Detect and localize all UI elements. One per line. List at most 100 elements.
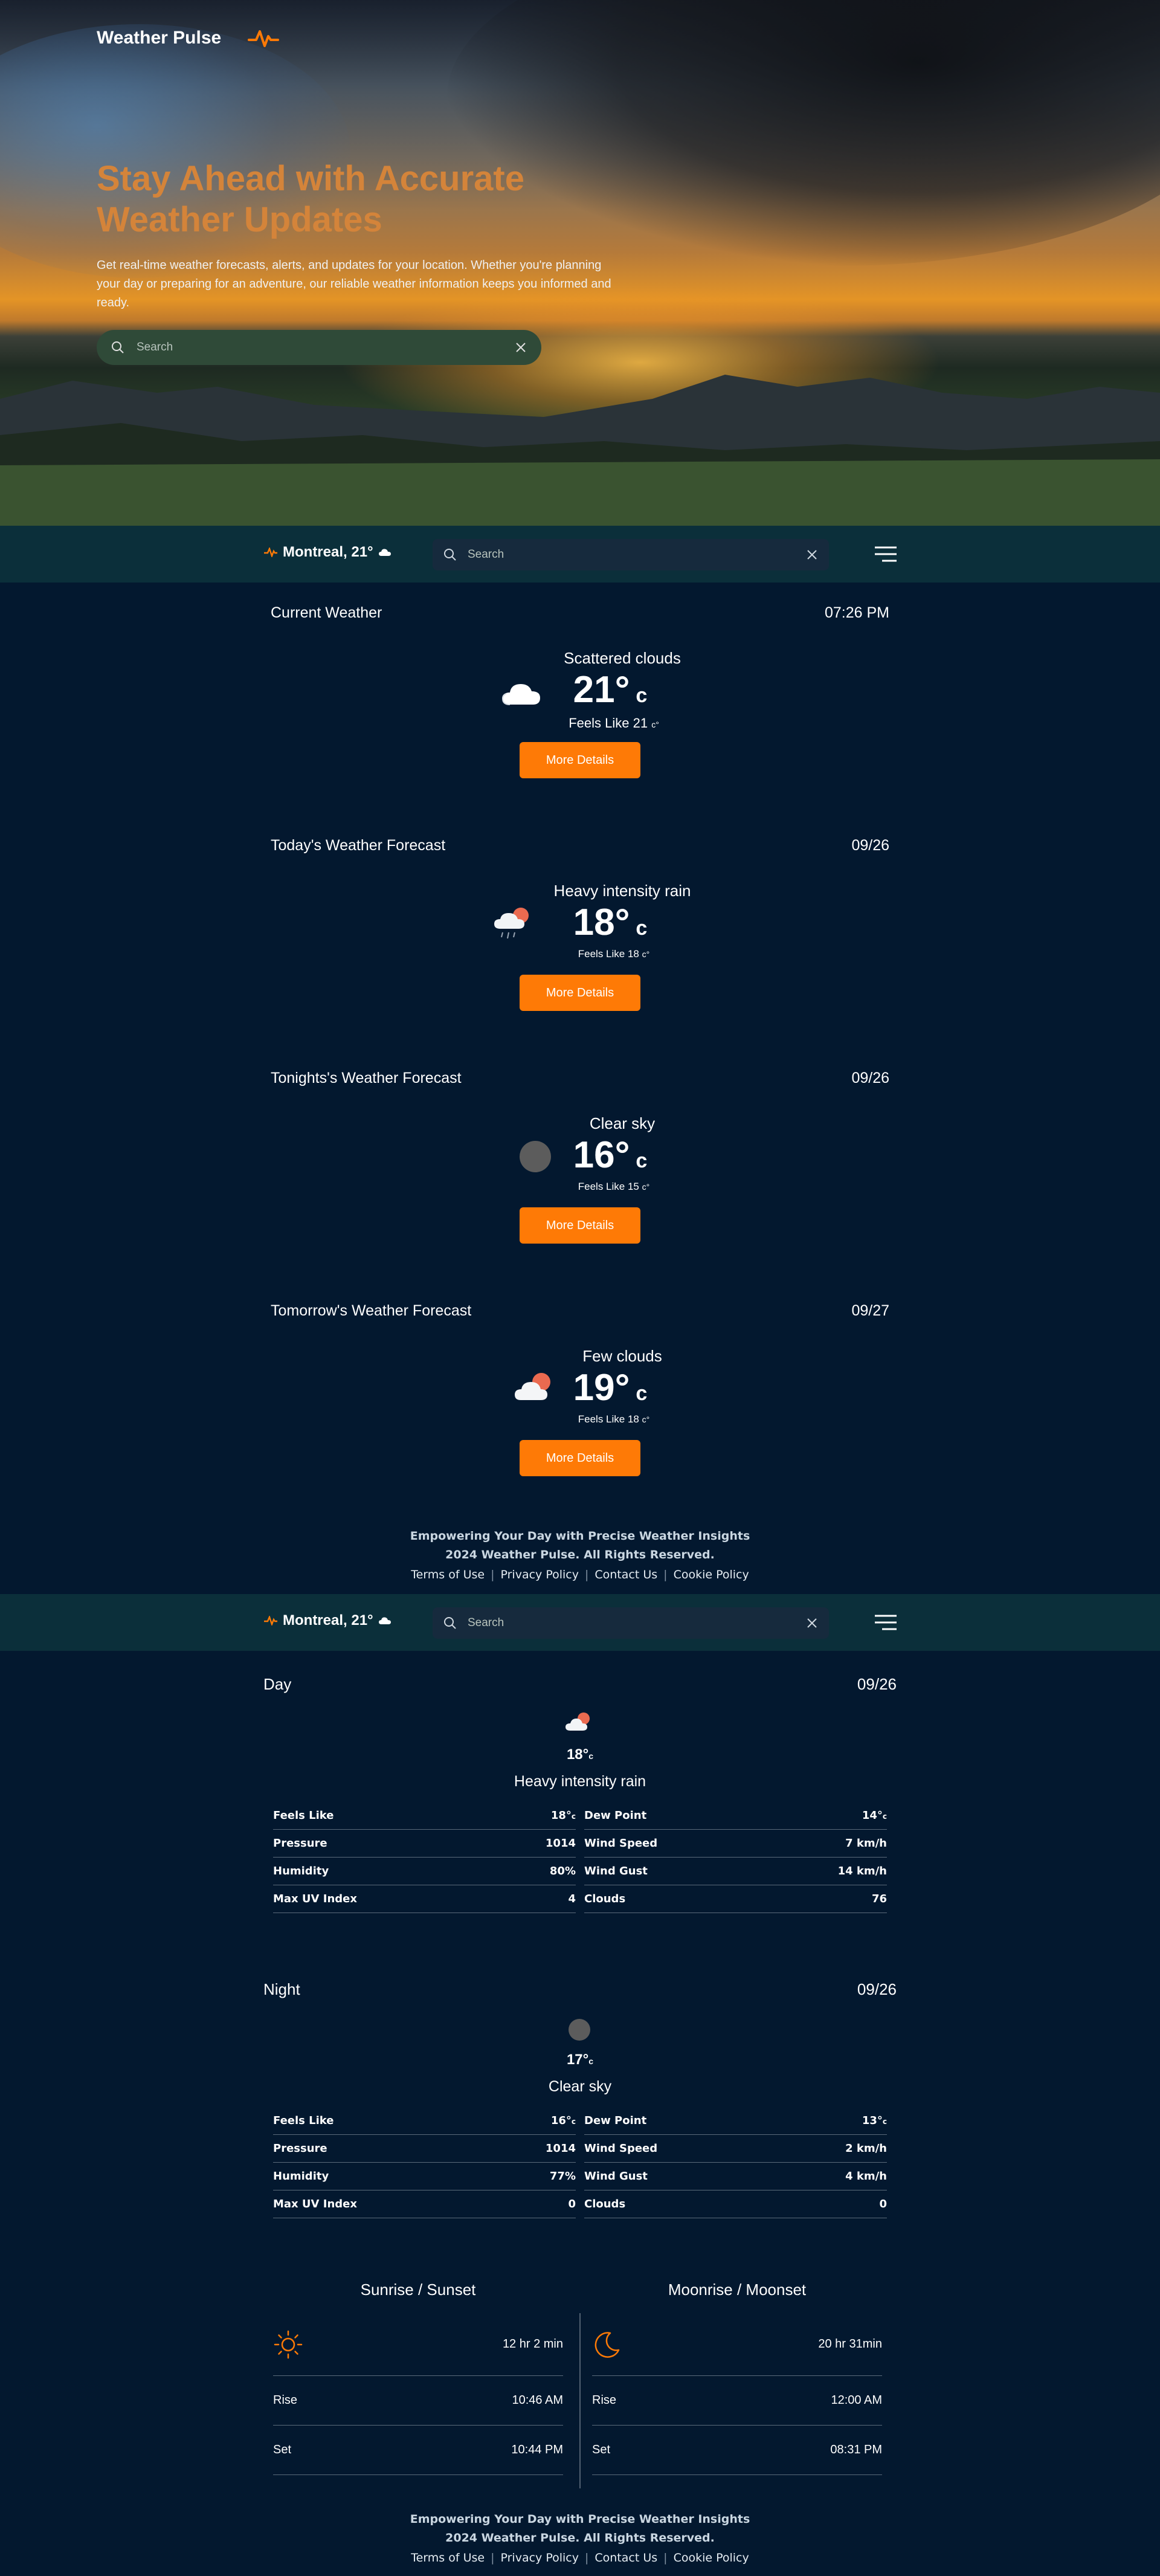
temperature: 19° c (271, 1366, 889, 1409)
details-navbar: Montreal, 21° (0, 1594, 1160, 1651)
hero-search-input[interactable] (137, 341, 515, 354)
location-indicator[interactable]: Montreal, 21° (263, 1612, 392, 1629)
sunrise-sunset-panel: Sunrise / Sunset 12 hr 2 min Rise 10:46 A… (273, 2281, 563, 2475)
stat-value: 7 km/h (845, 1837, 887, 1850)
cookie-link[interactable]: Cookie Policy (668, 2551, 755, 2565)
card-body: Scattered clouds 21° c Feels Like 21 c° (271, 649, 889, 734)
card-body: Few clouds 19° c Feels Like 18 c° (271, 1347, 889, 1432)
nav-search-input[interactable] (468, 1616, 806, 1630)
temperature-unit: c (636, 917, 648, 940)
card-title: Today's Weather Forecast (271, 837, 446, 854)
panel-divider (579, 2313, 581, 2488)
card-date: 09/26 (851, 1070, 889, 1086)
nav-search-input[interactable] (468, 548, 806, 561)
temperature-unit: c (636, 1149, 648, 1172)
pulse-icon (248, 30, 280, 47)
footer-copyright: 2024 Weather Pulse. All Rights Reserved. (445, 1548, 715, 1561)
feels-like-unit: c° (651, 720, 659, 729)
footer-copyright: 2024 Weather Pulse. All Rights Reserved. (445, 2531, 715, 2545)
card-date: 09/26 (851, 837, 889, 854)
stat-value: 18°c (550, 1809, 576, 1822)
temperature: 17°c (263, 2051, 897, 2068)
close-icon[interactable] (806, 1617, 818, 1629)
sunrise-time: 10:46 AM (512, 2394, 563, 2407)
hero-description: Get real-time weather forecasts, alerts,… (97, 259, 611, 309)
menu-icon[interactable] (874, 545, 898, 563)
location-indicator[interactable]: Montreal, 21° (263, 544, 392, 561)
feels-like: Feels Like 18 c° (271, 1413, 889, 1425)
card-header: Current Weather 07:26 PM (271, 604, 889, 622)
card-title: Tonights's Weather Forecast (271, 1070, 462, 1086)
footer: Empowering Your Day with Precise Weather… (0, 2510, 1160, 2565)
panel-title: Sunrise / Sunset (360, 2281, 476, 2299)
stat-label: Pressure (273, 1837, 327, 1850)
row-label: Set (273, 2443, 292, 2456)
privacy-link[interactable]: Privacy Policy (494, 2551, 584, 2565)
stats-column-right: Dew Point 14°c Wind Speed 7 km/h Wind Gust… (584, 1802, 887, 1913)
stat-value: 2 km/h (845, 2142, 887, 2155)
stat-value: 0 (879, 2198, 887, 2210)
contact-link[interactable]: Contact Us (588, 2551, 663, 2565)
section-title: Day (263, 1675, 292, 1693)
footer: Empowering Your Day with Precise Weather… (0, 1527, 1160, 1581)
temperature-value: 16° (573, 1134, 630, 1176)
nav-search-bar[interactable] (433, 1607, 829, 1639)
stat-value: 4 (568, 1893, 576, 1905)
feels-like-unit: c° (642, 1415, 650, 1424)
contact-link[interactable]: Contact Us (588, 1568, 663, 1581)
feels-like: Feels Like 21 c° (271, 715, 889, 731)
stat-label: Humidity (273, 2170, 329, 2183)
footer-tagline: Empowering Your Day with Precise Weather… (410, 2513, 750, 2526)
feels-like-unit: c° (642, 949, 650, 959)
privacy-link[interactable]: Privacy Policy (494, 1568, 584, 1581)
terms-link[interactable]: Terms of Use (405, 1568, 491, 1581)
sunrise-row: Rise 10:46 AM (273, 2376, 563, 2426)
stat-label: Clouds (584, 2198, 626, 2210)
weather-stats-grid: Feels Like 16°c Pressure 1014 Humidity 77% … (273, 2107, 887, 2218)
card-header: Tonights's Weather Forecast 09/26 (271, 1070, 889, 1087)
stat-label: Wind Speed (584, 1837, 658, 1850)
more-details-button[interactable]: More Details (520, 1440, 640, 1476)
tonight-forecast-card: Tonights's Weather Forecast 09/26 Clear … (271, 1070, 889, 1302)
temperature-unit: c (588, 2056, 594, 2066)
stat-value: 1014 (545, 1837, 576, 1850)
nav-search-bar[interactable] (433, 539, 829, 570)
stat-row: Pressure 1014 (273, 1830, 576, 1858)
cloud-icon (378, 1617, 391, 1624)
terms-link[interactable]: Terms of Use (405, 2551, 491, 2565)
brand-name[interactable]: Weather Pulse (97, 28, 221, 48)
duration-row: 20 hr 31min (592, 2313, 882, 2376)
stat-value: 14 km/h (837, 1865, 887, 1877)
menu-icon[interactable] (874, 1613, 898, 1632)
sun-moon-section: Sunrise / Sunset 12 hr 2 min Rise 10:46 A… (263, 2281, 897, 2488)
stat-value: 14°c (862, 1809, 887, 1822)
stat-value: 77% (549, 2170, 576, 2183)
top-navbar: Montreal, 21° (0, 526, 1160, 583)
feels-like-unit: c° (642, 1182, 650, 1192)
search-icon (112, 341, 124, 353)
footer-links: Terms of Use | Privacy Policy | Contact Us… (0, 2551, 1160, 2565)
today-forecast-card: Today's Weather Forecast 09/26 Heavy int… (271, 837, 889, 1070)
rain-sun-icon (566, 1712, 590, 1731)
stat-row: Wind Gust 4 km/h (584, 2163, 887, 2190)
close-icon[interactable] (806, 549, 818, 561)
hero-search-bar[interactable] (97, 330, 541, 365)
more-details-button[interactable]: More Details (520, 1207, 640, 1244)
section-title: Night (263, 1980, 300, 1998)
stat-value: 76 (871, 1893, 887, 1905)
search-icon (444, 549, 456, 561)
more-details-button[interactable]: More Details (520, 975, 640, 1011)
more-details-button[interactable]: More Details (520, 742, 640, 778)
temperature-value: 21° (573, 669, 630, 711)
stat-value: 13°c (862, 2114, 887, 2127)
stat-label: Max UV Index (273, 1893, 357, 1905)
cookie-link[interactable]: Cookie Policy (668, 1568, 755, 1581)
stat-row: Wind Speed 2 km/h (584, 2135, 887, 2163)
close-icon[interactable] (515, 341, 527, 353)
stat-row: Humidity 77% (273, 2163, 576, 2190)
day-details: Day 09/26 18°c Heavy intensity rain Feel… (263, 1675, 897, 1929)
stat-label: Humidity (273, 1865, 329, 1877)
stats-column-right: Dew Point 13°c Wind Speed 2 km/h Wind Gust… (584, 2107, 887, 2218)
stat-value: 1014 (545, 2142, 576, 2155)
stat-row: Max UV Index 0 (273, 2190, 576, 2218)
